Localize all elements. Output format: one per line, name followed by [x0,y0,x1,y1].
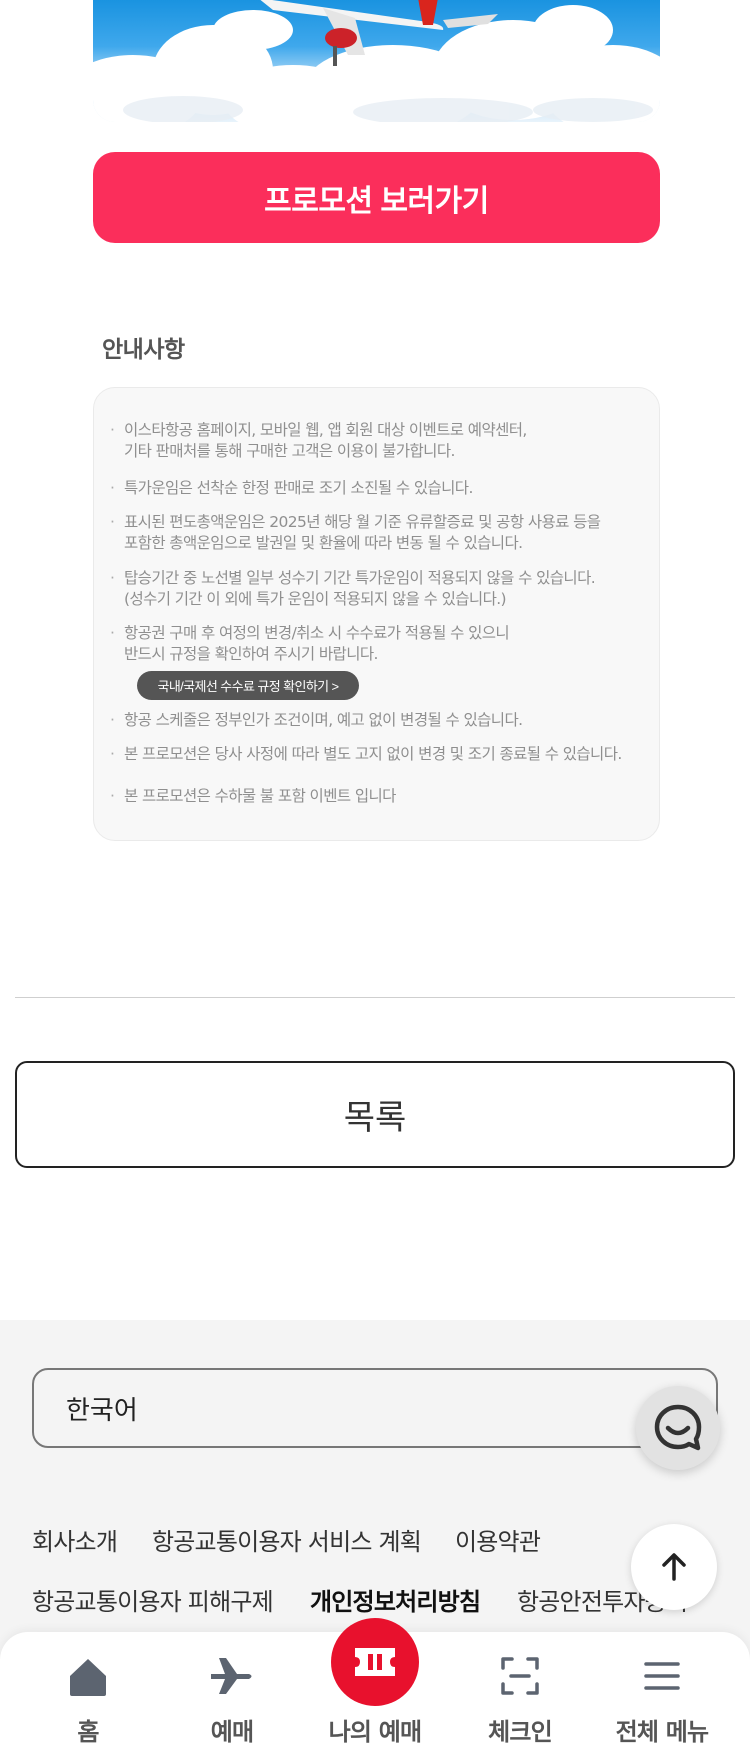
notice-item: · 표시된 편도총액운임은 2025년 해당 월 기준 유류할증료 및 공항 사… [110,513,601,552]
footer-link-service-plan[interactable]: 항공교통이용자 서비스 계획 [152,1522,422,1557]
menu-icon [644,1662,680,1690]
notice-item: · 항공권 구매 후 여정의 변경/취소 시 수수료가 적용될 수 있으니 반드… [110,624,510,663]
list-button[interactable]: 목록 [15,1061,735,1168]
chat-button[interactable] [636,1386,720,1470]
scan-icon [501,1657,539,1695]
ticket-icon [355,1648,395,1676]
airplane-icon [211,1658,252,1694]
nav-checkin[interactable]: 체크인 [450,1632,590,1750]
notice-item: · 본 프로모션은 수하물 불 포함 이벤트 입니다 [110,787,396,805]
footer-link-privacy[interactable]: 개인정보처리방침 [310,1582,481,1617]
notice-item: · 항공 스케줄은 정부인가 조건이며, 예고 없이 변경될 수 있습니다. [110,711,523,729]
chat-icon [654,1404,702,1451]
notice-box: · 이스타항공 홈페이지, 모바일 웹, 앱 회원 대상 이벤트로 예약센터, … [93,387,660,841]
notice-item: · 이스타항공 홈페이지, 모바일 웹, 앱 회원 대상 이벤트로 예약센터, … [110,421,527,460]
promotion-view-button[interactable]: 프로모션 보러가기 [93,152,660,243]
notice-item: · 특가운임은 선착순 한정 판매로 조기 소진될 수 있습니다. [110,479,473,497]
nav-home[interactable]: 홈 [18,1632,158,1750]
fee-rule-button[interactable]: 국내/국제선 수수료 규정 확인하기 > [137,671,359,700]
nav-booking[interactable]: 예매 [162,1632,302,1750]
notice-item: · 본 프로모션은 당사 사정에 따라 별도 고지 없이 변경 및 조기 종료될… [110,745,622,763]
divider [15,997,735,998]
footer-link-damage-relief[interactable]: 항공교통이용자 피해구제 [32,1582,274,1617]
promo-hero-image [93,0,660,122]
language-select[interactable]: 한국어 [32,1368,718,1448]
arrow-up-icon [662,1553,686,1581]
footer-link-company[interactable]: 회사소개 [32,1522,118,1557]
notice-title: 안내사항 [102,337,185,363]
footer-link-terms[interactable]: 이용약관 [455,1522,541,1557]
scroll-top-button[interactable] [631,1524,717,1610]
language-value: 한국어 [66,1395,138,1426]
notice-item: · 탑승기간 중 노선별 일부 성수기 기간 특가운임이 적용되지 않을 수 있… [110,569,596,608]
my-booking-button[interactable] [331,1618,419,1706]
nav-all-menu[interactable]: 전체 메뉴 [592,1632,732,1750]
airplane-clouds-illustration [93,0,660,122]
home-icon [70,1659,106,1696]
